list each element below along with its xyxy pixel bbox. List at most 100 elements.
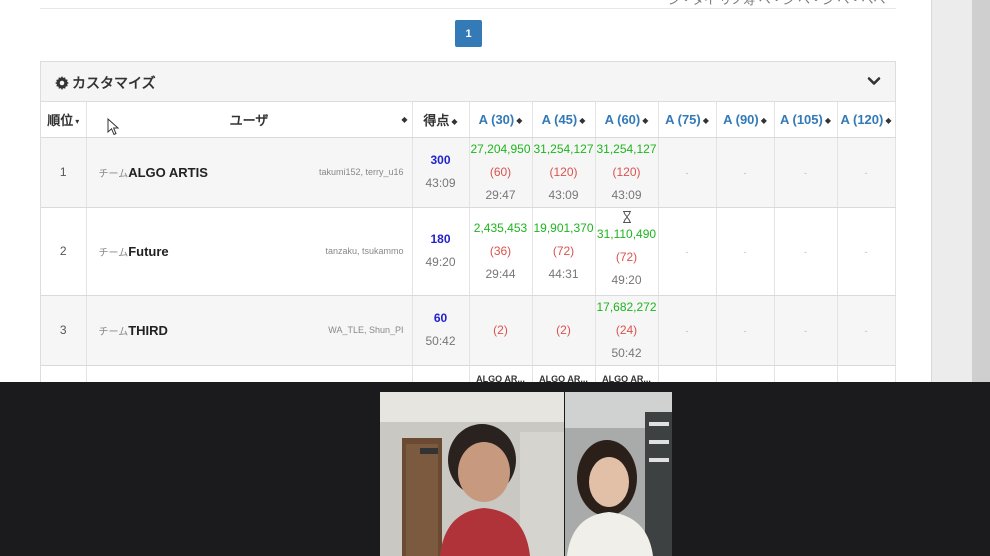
screen-share: ジ・タイ リノ寿 ヘ・ジ ヘ・ン ヘ・ヘヘ 1 カスタマイズ 順位 ▾ ユーザ … [0,0,990,382]
total-time: 43:09 [425,176,456,190]
empty-mark: - [804,168,807,178]
fastest-solver-cell[interactable]: ALGO AR... [469,365,533,382]
task-score: 2,435,453 [473,220,528,235]
task-score: 31,110,490 [596,226,657,241]
team-name-link[interactable]: THIRD [128,323,168,338]
empty-mark: - [743,247,747,257]
user-cell: チーム THIRD WA_TLE, Shun_PI [86,295,413,366]
empty-mark: - [804,326,807,336]
user-cell: チーム ALGO ARTIS takumi152, terry_u16 [86,137,413,208]
task-time: 49:20 [611,272,642,287]
gear-icon [55,76,69,90]
task-cell: 31,110,490 (72) 49:20 [595,207,659,296]
task-time: 29:44 [485,266,516,281]
task-time: 43:09 [611,187,642,202]
team-members: takumi152, terry_u16 [318,167,404,177]
task-score: 17,682,272 [596,299,657,314]
empty-mark: - [864,326,868,336]
score-header[interactable]: 得点 ◆ [412,102,470,138]
customize-header[interactable]: カスタマイズ [41,62,895,102]
participant-video-tile[interactable] [565,392,672,556]
page-1-button[interactable]: 1 [455,20,482,47]
user-cell: チーム Future tanzaku, tsukammo [86,207,413,296]
task-time: 29:47 [485,187,516,202]
total-time: 49:20 [425,255,456,269]
empty-mark: - [864,247,868,257]
task-penalty: (2) [493,322,508,337]
task-cell: (2) [532,295,596,366]
total-score-cell: 300 43:09 [412,137,470,208]
task-cell: - [716,207,775,296]
table-row: 3 チーム THIRD WA_TLE, Shun_PI 60 50:42 (2) … [41,295,896,366]
task-cell: - [774,295,838,366]
task-cell: - [837,137,896,208]
customize-label: カスタマイズ [72,75,156,91]
rank-header[interactable]: 順位 ▾ [41,102,87,138]
table-row: 2 チーム Future tanzaku, tsukammo 180 49:20 … [41,207,896,296]
rank-cell: 3 [41,295,87,366]
task-cell: 31,254,127 (120) 43:09 [595,137,659,208]
task-cell: 19,901,370 (72) 44:31 [532,207,596,296]
user-header[interactable]: ユーザ ◆ [86,102,413,138]
task-penalty: (72) [615,249,638,264]
task-cell: - [658,137,717,208]
participant-video-tile[interactable] [380,392,564,556]
table-header-row: 順位 ▾ ユーザ ◆ 得点 ◆ A (30) ◆ A (45) ◆ A (60) ◆ A (… [41,102,896,138]
team-prefix: チーム [98,326,129,338]
task-header-a90[interactable]: A (90) ◆ [716,102,775,138]
task-cell: - [716,295,775,366]
task-penalty: (2) [556,322,571,337]
sort-icon: ◆ [760,115,767,125]
empty-mark: - [743,168,747,178]
total-time: 50:42 [425,334,456,348]
chevron-down-icon[interactable] [866,73,882,89]
task-cell: - [658,295,717,366]
sort-icon: ◆ [702,115,709,125]
task-cell: - [716,137,775,208]
empty-mark: - [864,168,868,178]
total-score-cell: 60 50:42 [412,295,470,366]
task-penalty: (120) [549,164,578,179]
empty-mark: - [685,168,689,178]
fastest-solver-cell[interactable]: ALGO AR... [595,365,659,382]
customize-title[interactable]: カスタマイズ [55,73,156,93]
empty-mark: - [685,247,689,257]
task-time: 50:42 [611,345,642,360]
task-header-a30[interactable]: A (30) ◆ [469,102,533,138]
task-score: 31,254,127 [596,141,657,156]
fastest-solver-row: 最速正解者 ALGO AR... ALGO AR... ALGO AR... [41,365,896,382]
fastest-solver-cell[interactable]: ALGO AR... [532,365,596,382]
participant-video-frame [565,392,672,556]
team-name-link[interactable]: ALGO ARTIS [128,165,208,180]
sort-icon: ◆ [516,115,523,125]
sort-icon: ▾ [75,116,80,126]
task-header-a120[interactable]: A (120) ◆ [837,102,896,138]
team-members: tanzaku, tsukammo [325,246,404,256]
team-name-link[interactable]: Future [128,244,168,259]
sort-icon: ◆ [401,115,408,124]
fastest-solver-label: 最速正解者 [86,365,413,382]
team-prefix: チーム [98,247,129,259]
page-gutter [932,0,972,382]
rank-cell: 1 [41,137,87,208]
mouse-cursor-icon [107,118,120,136]
task-header-a105[interactable]: A (105) ◆ [774,102,838,138]
task-cell: - [658,207,717,296]
task-score: 19,901,370 [533,220,594,235]
task-time: 44:31 [548,266,579,281]
task-score: 27,204,950 [470,141,531,156]
task-cell: (2) [469,295,533,366]
clipped-header-text: ジ・タイ リノ寿 ヘ・ジ ヘ・ン ヘ・ヘヘ [668,0,886,7]
sort-icon: ◆ [642,115,649,125]
team-members: WA_TLE, Shun_PI [328,325,404,335]
task-penalty: (36) [489,243,512,258]
table-row: 1 チーム ALGO ARTIS takumi152, terry_u16 30… [41,137,896,208]
scrollbar[interactable] [972,0,990,382]
total-score: 60 [433,311,448,325]
divider [40,8,896,9]
task-penalty: (72) [552,243,575,258]
sort-icon: ◆ [451,116,458,126]
task-header-a75[interactable]: A (75) ◆ [658,102,717,138]
task-header-a45[interactable]: A (45) ◆ [532,102,596,138]
task-header-a60[interactable]: A (60) ◆ [595,102,659,138]
